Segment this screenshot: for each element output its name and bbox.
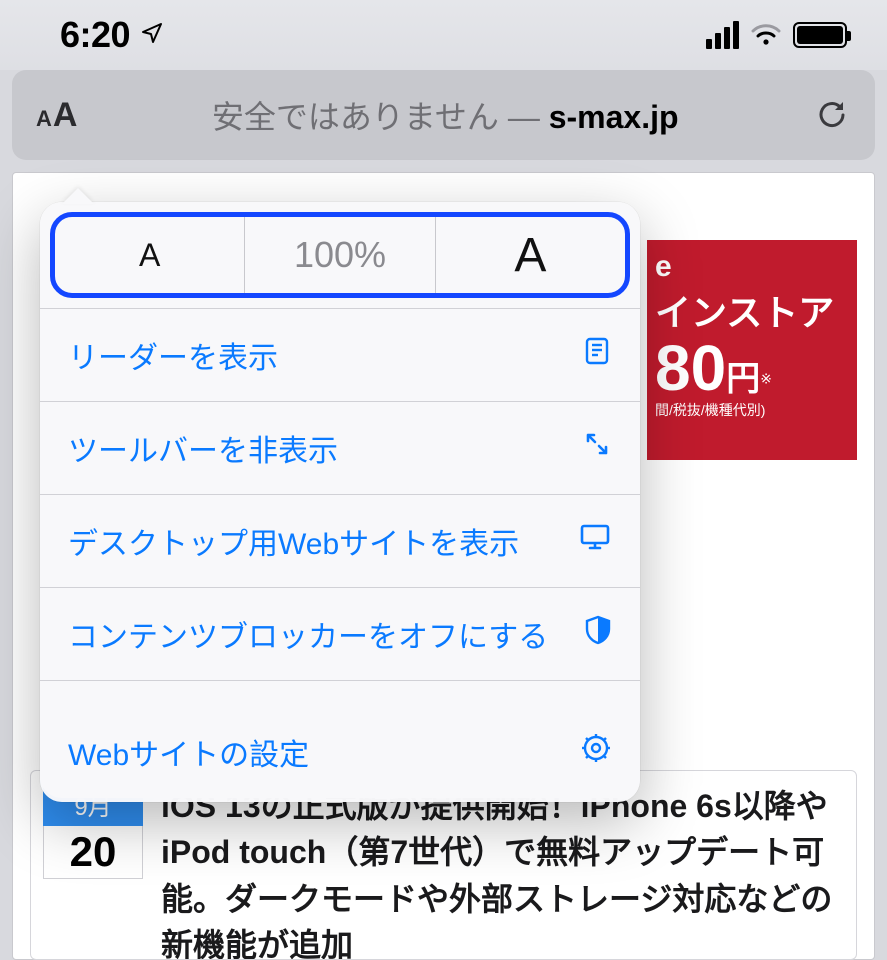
menu-website-settings[interactable]: Webサイトの設定 <box>40 706 640 798</box>
status-right <box>706 21 847 49</box>
battery-full-icon <box>793 22 847 48</box>
status-left: 6:20 <box>60 14 164 56</box>
cellular-signal-icon <box>706 21 739 49</box>
ad-banner[interactable]: e インストア 80円※ 間/税抜/機種代別) <box>647 240 857 460</box>
menu-list: リーダーを表示 ツールバーを非表示 デスクトップ用Webサイトを表示 コンテンツ… <box>40 308 640 802</box>
expand-arrows-icon <box>582 429 612 467</box>
menu-show-reader[interactable]: リーダーを表示 <box>40 309 640 401</box>
wifi-icon <box>751 23 781 47</box>
menu-label: ツールバーを非表示 <box>68 426 338 470</box>
text-size-aa-icon[interactable]: AA <box>36 96 77 135</box>
ad-yen: 円 <box>726 360 760 398</box>
menu-disable-content-blockers[interactable]: コンテンツブロッカーをオフにする <box>40 588 640 680</box>
reader-icon <box>582 336 612 374</box>
url-bar[interactable]: AA 安全ではありません — s-max.jp <box>12 70 875 160</box>
zoom-control: A 100% A <box>50 212 630 298</box>
date-day: 20 <box>43 826 143 879</box>
url-dash: — <box>499 99 549 135</box>
zoom-decrease-button[interactable]: A <box>55 217 244 293</box>
aa-popover-menu: A 100% A リーダーを表示 ツールバーを非表示 デスクトップ用Webサイト… <box>40 202 640 802</box>
ad-partial-e: e <box>655 250 673 283</box>
shield-half-icon <box>584 614 612 654</box>
date-badge: 9月 20 <box>43 783 143 947</box>
menu-request-desktop[interactable]: デスクトップ用Webサイトを表示 <box>40 495 640 587</box>
menu-label: コンテンツブロッカーをオフにする <box>68 612 548 656</box>
menu-label: リーダーを表示 <box>68 333 278 377</box>
status-bar: 6:20 <box>0 0 887 70</box>
ad-asterisk: ※ <box>760 371 772 387</box>
clock-time: 6:20 <box>60 14 130 56</box>
menu-label: Webサイトの設定 <box>68 730 309 774</box>
desktop-icon <box>578 522 612 560</box>
url-display[interactable]: 安全ではありません — s-max.jp <box>95 92 795 138</box>
location-arrow-icon <box>140 21 164 50</box>
article-title: iOS 13の正式版が提供開始！iPhone 6s以降やiPod touch（第… <box>161 783 844 947</box>
ad-price: 80 <box>655 332 726 404</box>
zoom-percent-button[interactable]: 100% <box>244 217 435 293</box>
ad-note: 間/税抜/機種代別) <box>655 400 849 420</box>
insecure-label: 安全ではありません <box>212 99 499 135</box>
menu-label: デスクトップ用Webサイトを表示 <box>68 519 519 563</box>
url-domain: s-max.jp <box>549 99 679 135</box>
menu-hide-toolbar[interactable]: ツールバーを非表示 <box>40 402 640 494</box>
ad-line1: インストア <box>655 284 849 336</box>
gear-outline-icon <box>580 732 612 772</box>
reload-icon[interactable] <box>813 96 851 134</box>
zoom-increase-button[interactable]: A <box>436 217 625 293</box>
